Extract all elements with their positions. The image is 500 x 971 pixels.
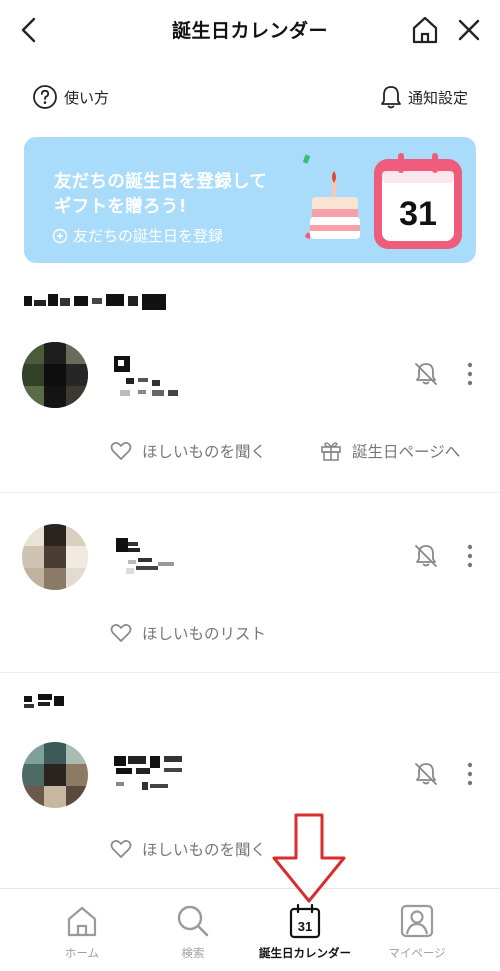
heart-icon (110, 624, 132, 642)
friend-name-pixelated (112, 354, 182, 404)
notification-off-icon[interactable] (412, 542, 440, 570)
tab-search[interactable]: 検索 (138, 889, 248, 971)
wishlist-label: ほしいものリスト (142, 625, 267, 643)
ask-wishlist-button[interactable]: ほしいものを聞く (110, 838, 266, 860)
register-birthday-label: 友だちの誕生日を登録 (73, 227, 224, 245)
more-options-icon[interactable] (460, 360, 480, 388)
notification-off-icon[interactable] (412, 760, 440, 788)
home-icon[interactable] (410, 14, 440, 46)
calendar-icon-number: 31 (298, 919, 312, 934)
how-to-label: 使い方 (64, 88, 110, 107)
sub-bar: 使い方 通知設定 (0, 78, 500, 118)
tab-home-label: ホーム (64, 946, 100, 960)
friend-card-1: ほしいものを聞く 誕生日ページへ (0, 340, 500, 490)
register-birthday-link[interactable]: 友だちの誕生日を登録 (52, 225, 223, 246)
banner-headline-line1: 友だちの誕生日を登録して (54, 172, 268, 192)
help-circle-icon (33, 85, 57, 109)
friend-card-3: ほしいものを聞く (0, 740, 500, 870)
home-icon (67, 906, 97, 937)
notification-settings-link[interactable]: 通知設定 (380, 84, 468, 110)
cake-calendar-illustration: 31 (302, 153, 462, 249)
birthday-page-button[interactable]: 誕生日ページへ (320, 440, 460, 462)
more-options-icon[interactable] (460, 542, 480, 570)
divider (0, 492, 500, 493)
annotation-down-arrow (272, 813, 346, 903)
more-options-icon[interactable] (460, 760, 480, 788)
wishlist-button[interactable]: ほしいものリスト (110, 622, 266, 644)
birthday-page-label: 誕生日ページへ (352, 443, 461, 461)
avatar[interactable] (22, 742, 88, 808)
ask-wishlist-button[interactable]: ほしいものを聞く (110, 440, 266, 462)
avatar[interactable] (22, 342, 88, 408)
heart-icon (110, 442, 132, 460)
tab-mypage-label: マイページ (388, 946, 446, 960)
calendar-icon: 31 (289, 903, 321, 939)
gift-icon (321, 442, 341, 461)
heart-icon (110, 840, 132, 858)
section-date-header-1 (24, 292, 174, 312)
search-icon (177, 905, 209, 937)
calendar-number-31: 31 (399, 195, 437, 233)
ask-wishlist-label: ほしいものを聞く (142, 443, 267, 461)
divider (0, 672, 500, 673)
register-birthday-banner[interactable]: 友だちの誕生日を登録して ギフトを贈ろう! 友だちの誕生日を登録 31 (24, 137, 476, 263)
tab-birthday-calendar-label: 誕生日カレンダー (259, 946, 351, 960)
close-icon[interactable] (454, 14, 484, 46)
tab-mypage[interactable]: マイページ (362, 889, 472, 971)
avatar[interactable] (22, 524, 88, 590)
friend-name-pixelated (114, 536, 178, 586)
tab-search-label: 検索 (181, 946, 205, 960)
friend-name-pixelated (112, 754, 186, 804)
friend-card-2: ほしいものリスト (0, 522, 500, 662)
plus-circle-icon (52, 228, 68, 243)
how-to-link[interactable]: 使い方 (32, 84, 109, 110)
profile-icon (400, 904, 434, 938)
bell-icon (381, 86, 401, 109)
notification-settings-label: 通知設定 (407, 88, 468, 107)
tab-home[interactable]: ホーム (27, 889, 137, 971)
bottom-tab-bar: ホーム 検索 31 誕生日カレンダー マイページ (0, 888, 500, 971)
banner-headline-line2: ギフトを贈ろう! (54, 197, 187, 217)
ask-wishlist-label: ほしいものを聞く (142, 841, 267, 859)
notification-off-icon[interactable] (412, 360, 440, 388)
section-date-header-2 (24, 692, 68, 712)
top-bar: 誕生日カレンダー (0, 0, 500, 60)
